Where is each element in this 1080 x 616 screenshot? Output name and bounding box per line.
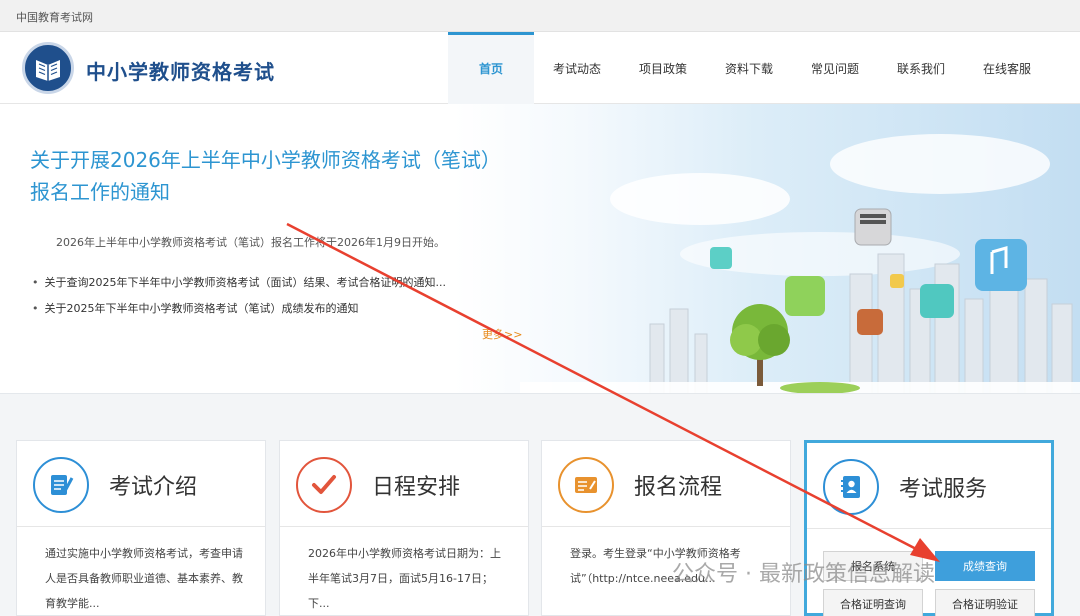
header: 中小学教师资格考试 首页 考试动态 项目政策 资料下载 常见问题 联系我们 在线…: [0, 32, 1080, 104]
certificate-query-button[interactable]: 合格证明查询: [823, 589, 923, 616]
nav-contact[interactable]: 联系我们: [878, 32, 964, 104]
nav-online-service[interactable]: 在线客服: [964, 32, 1050, 104]
nav-policies[interactable]: 项目政策: [620, 32, 706, 104]
news-item-written-scores[interactable]: 关于2025年下半年中小学教师资格考试（笔试）成绩发布的通知: [32, 300, 446, 326]
card-exam-services[interactable]: 考试服务 报名系统 成绩查询 合格证明查询 合格证明验证: [804, 440, 1054, 616]
card-description: 通过实施中小学教师资格考试，考查申请人是否具备教师职业道德、基本素养、教育教学能…: [45, 547, 243, 610]
card-title: 考试服务: [899, 477, 988, 502]
hero-summary: 2026年上半年中小学教师资格考试（笔试）报名工作将于2026年1月9日开始。: [56, 236, 445, 249]
contacts-icon: [823, 459, 879, 515]
card-title: 考试介绍: [109, 475, 198, 500]
top-bar-site-name[interactable]: 中国教育考试网: [16, 9, 93, 25]
news-item-interview-results[interactable]: 关于查询2025年下半年中小学教师资格考试（面试）结果、考试合格证明的通知...: [32, 274, 446, 300]
hero-more-link[interactable]: 更多>>: [482, 326, 522, 342]
hero-banner: 关于开展2026年上半年中小学教师资格考试（笔试）报名工作的通知 2026年上半…: [0, 104, 1080, 394]
certificate-verify-button[interactable]: 合格证明验证: [935, 589, 1035, 616]
hero-illustration: [520, 134, 1080, 393]
nav-downloads[interactable]: 资料下载: [706, 32, 792, 104]
nav-exam-news[interactable]: 考试动态: [534, 32, 620, 104]
hero-headline-link[interactable]: 关于开展2026年上半年中小学教师资格考试（笔试）报名工作的通知: [30, 144, 510, 208]
card-registration-process[interactable]: 报名流程 登录。考生登录“中小学教师资格考试”（http://ntce.neea…: [541, 440, 791, 616]
logo-emblem-icon[interactable]: [22, 42, 74, 94]
card-title: 日程安排: [372, 475, 461, 500]
nav-home[interactable]: 首页: [448, 32, 534, 104]
card-schedule[interactable]: 日程安排 2026年中小学教师资格考试日期为：上半年笔试3月7日，面试5月16-…: [279, 440, 529, 616]
top-bar: 中国教育考试网: [0, 0, 1080, 32]
hero-news-list: 关于查询2025年下半年中小学教师资格考试（面试）结果、考试合格证明的通知...…: [32, 274, 446, 326]
card-description: 2026年中小学教师资格考试日期为：上半年笔试3月7日，面试5月16-17日；下…: [308, 547, 501, 610]
nav-faq[interactable]: 常见问题: [792, 32, 878, 104]
watermark-text: 公众号 · 最新政策信息解读: [672, 562, 935, 587]
card-exam-intro[interactable]: 考试介绍 通过实施中小学教师资格考试，考查申请人是否具备教师职业道德、基本素养、…: [16, 440, 266, 616]
form-icon: [558, 457, 614, 513]
card-title: 报名流程: [634, 475, 723, 500]
site-title[interactable]: 中小学教师资格考试: [86, 56, 275, 85]
checkmark-icon: [296, 457, 352, 513]
document-icon: [33, 457, 89, 513]
score-query-button[interactable]: 成绩查询: [935, 551, 1035, 581]
main-nav: 首页 考试动态 项目政策 资料下载 常见问题 联系我们 在线客服: [448, 32, 1050, 104]
